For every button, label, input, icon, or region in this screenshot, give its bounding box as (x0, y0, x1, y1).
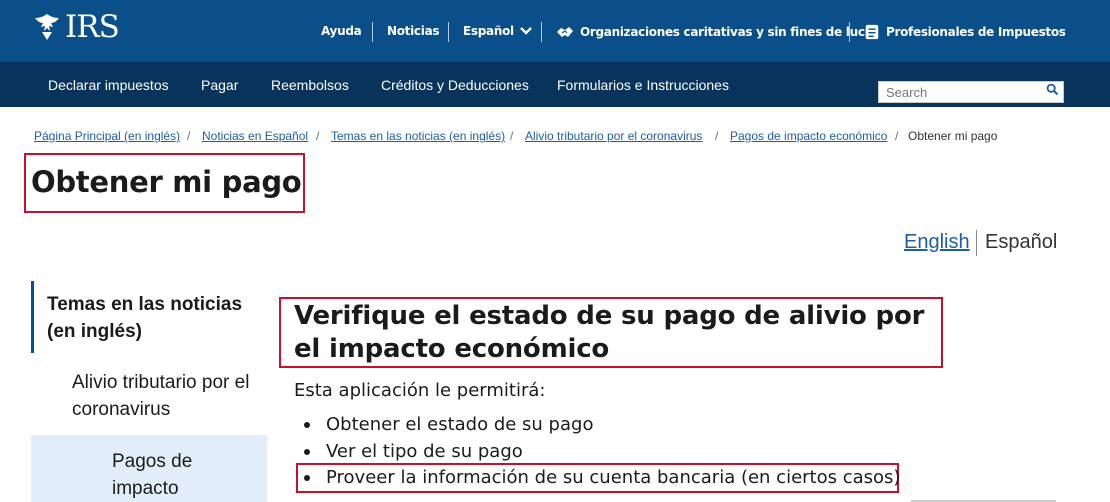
mainnav-pagar[interactable]: Pagar (201, 77, 238, 93)
list-item: Proveer la información de su cuenta banc… (304, 467, 900, 488)
sidebar-item-alivio[interactable]: Alivio tributario por el coronavirus (72, 369, 262, 423)
handshake-icon (557, 27, 573, 37)
mainnav-formularios[interactable]: Formularios e Instrucciones (557, 77, 729, 93)
list-item-text: Obtener el estado de su pago (326, 414, 594, 435)
nav-ayuda[interactable]: Ayuda (321, 24, 362, 38)
nav-profesionales[interactable]: Profesionales de Impuestos (864, 24, 1066, 40)
mainnav-reembolsos[interactable]: Reembolsos (271, 77, 349, 93)
breadcrumb-separator: / (895, 129, 899, 143)
sidebar-heading[interactable]: Temas en las noticias (en inglés) (47, 291, 262, 345)
breadcrumb-link-pagos[interactable]: Pagos de impacto económico (730, 129, 887, 143)
list-item: Ver el tipo de su pago (304, 441, 523, 462)
bullet-icon (304, 448, 310, 455)
search-icon[interactable] (1046, 83, 1059, 96)
logo-text: IRS (65, 9, 120, 45)
top-header-bar: IRS Ayuda Noticias Español Organizacione… (0, 0, 1110, 62)
breadcrumb-current: Obtener mi pago (908, 129, 998, 143)
breadcrumb-link-temas[interactable]: Temas en las noticias (en inglés) (331, 129, 505, 143)
section-heading: Verifique el estado de su pago de alivio… (294, 301, 925, 364)
nav-divider (372, 22, 373, 42)
list-item: Obtener el estado de su pago (304, 414, 593, 435)
search-box (878, 81, 1064, 103)
breadcrumb-separator: / (316, 129, 320, 143)
nav-noticias[interactable]: Noticias (387, 24, 440, 38)
nav-organizaciones[interactable]: Organizaciones caritativas y sin fines d… (556, 24, 879, 40)
search-input[interactable] (879, 82, 1039, 103)
sidebar-accent-bar (31, 281, 34, 353)
eagle-icon (35, 14, 59, 40)
irs-logo[interactable]: IRS (31, 9, 120, 45)
mainnav-creditos[interactable]: Créditos y Deducciones (381, 77, 529, 93)
list-item-text: Proveer la información de su cuenta banc… (326, 467, 901, 488)
nav-espanol-label: Español (463, 24, 514, 38)
list-item-text: Ver el tipo de su pago (326, 441, 523, 462)
language-current-spanish: Español (985, 231, 1058, 253)
language-divider (976, 230, 977, 256)
chevron-down-icon (519, 27, 532, 35)
nav-divider (541, 22, 542, 42)
document-icon (865, 24, 879, 40)
language-link-english[interactable]: English (904, 231, 970, 254)
breadcrumb-link-alivio[interactable]: Alivio tributario por el coronavirus (525, 129, 702, 143)
bullet-icon (304, 474, 310, 481)
bullet-icon (304, 421, 310, 428)
page-title: Obtener mi pago (31, 165, 302, 199)
nav-divider (849, 22, 850, 42)
breadcrumb-link-home[interactable]: Página Principal (en inglés) (34, 129, 180, 143)
breadcrumb-separator: / (715, 129, 719, 143)
breadcrumb-separator: / (187, 129, 191, 143)
breadcrumb-link-noticias[interactable]: Noticias en Español (202, 129, 308, 143)
mainnav-declarar[interactable]: Declarar impuestos (48, 77, 169, 93)
nav-language-dropdown[interactable]: Español (463, 24, 532, 38)
breadcrumb-separator: / (510, 129, 514, 143)
nav-divider (448, 22, 449, 42)
intro-text: Esta aplicación le permitirá: (294, 380, 546, 401)
nav-profesionales-label: Profesionales de Impuestos (886, 25, 1066, 39)
nav-organizaciones-label: Organizaciones caritativas y sin fines d… (580, 25, 879, 39)
sidebar-item-pagos-active[interactable]: Pagos de impacto (112, 448, 262, 502)
